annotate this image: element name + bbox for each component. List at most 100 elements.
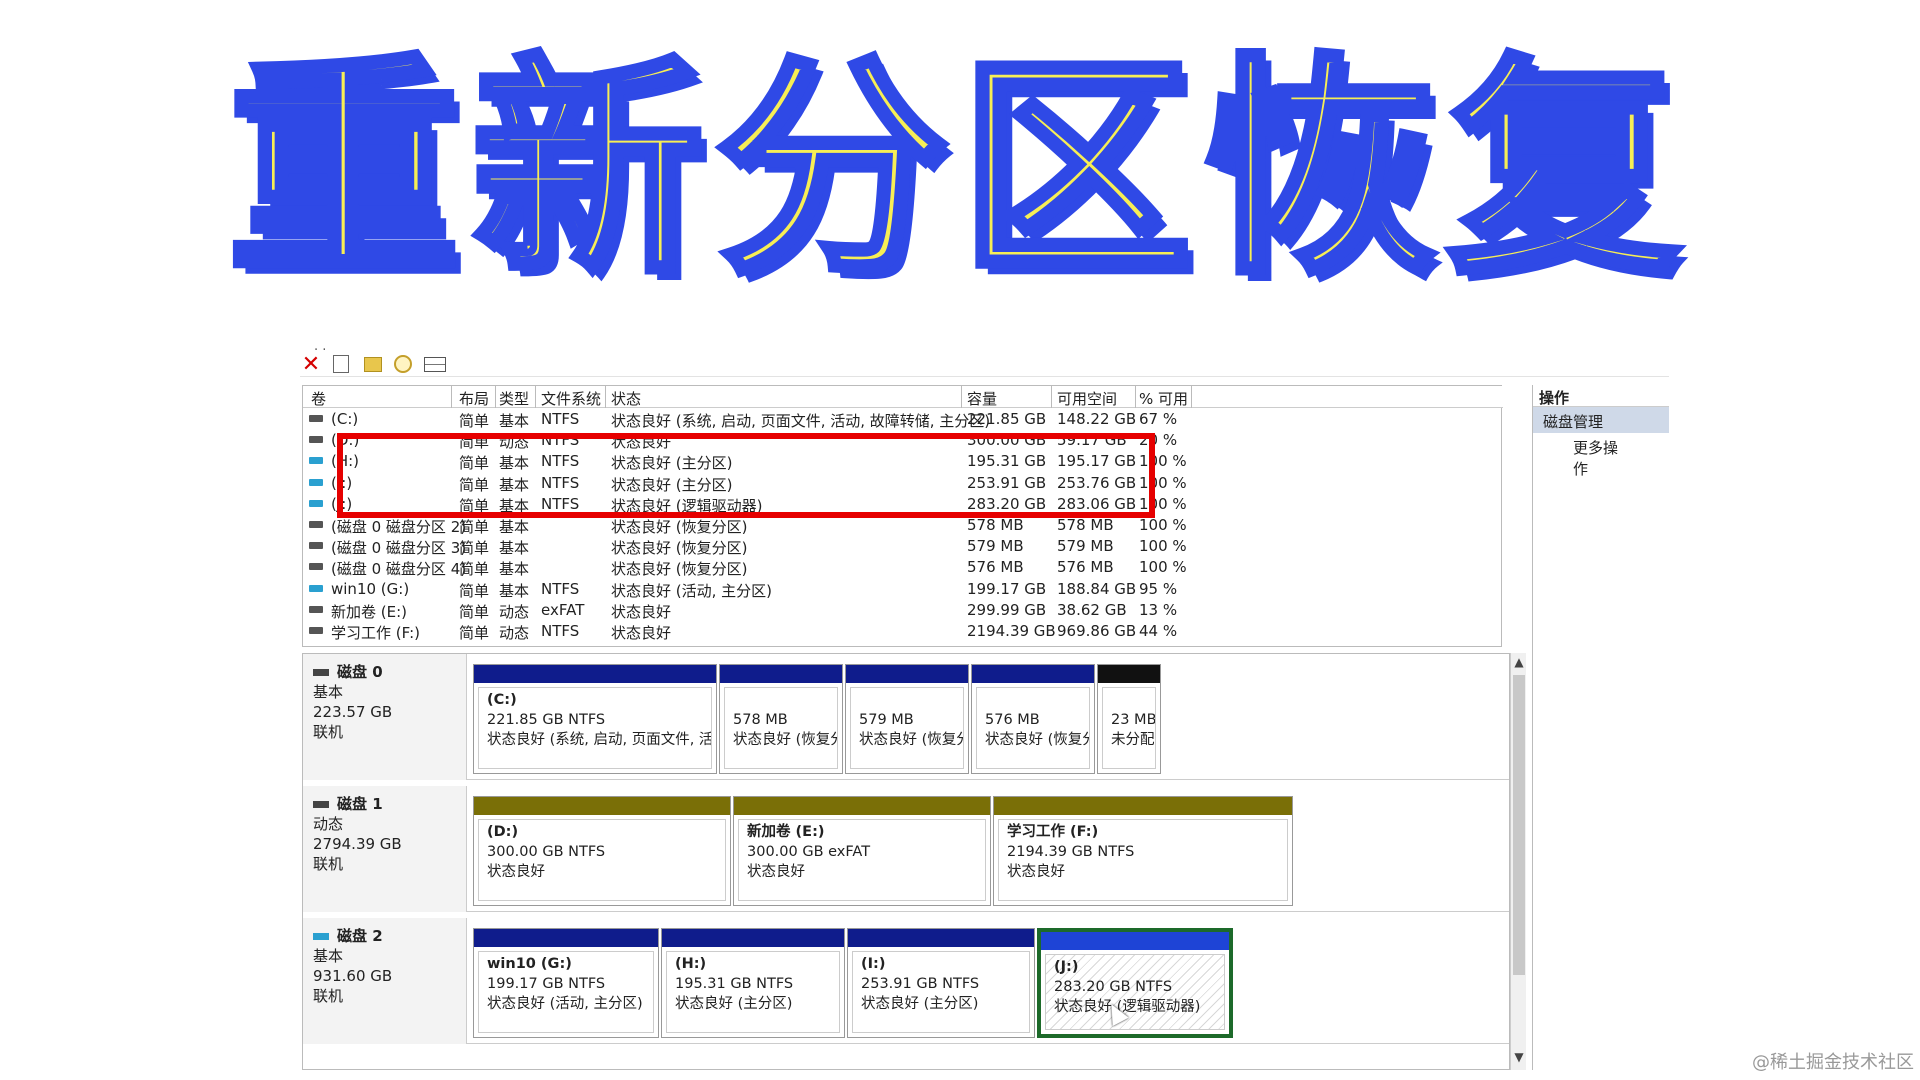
actions-more[interactable]: 更多操作 [1533, 433, 1669, 483]
partition-status: 状态良好 (活动, 主分区) [487, 996, 643, 1012]
partition-name [985, 690, 1081, 710]
partition-block[interactable]: (C:) 221.85 GB NTFS 状态良好 (系统, 启动, 页面文件, 活动 [473, 664, 717, 774]
disk-icon [313, 800, 329, 808]
partition-size: 199.17 GB NTFS [487, 976, 606, 992]
volume-status: 状态良好 (恢复分区) [611, 518, 748, 536]
volume-filesystem: NTFS [541, 579, 580, 598]
disk-size: 223.57 GB [313, 703, 393, 721]
volume-pct: 95 % [1139, 579, 1178, 598]
disk-row: 磁盘 1 动态 2794.39 GB 联机 (D:) 300.00 GB NTFS 状态良好… [303, 786, 1509, 912]
disk-type: 动态 [313, 815, 344, 833]
table-row[interactable]: (磁盘 0 磁盘分区 4) 简单 基本 状态良好 (恢复分区) 576 MB 576 MB… [303, 557, 1503, 578]
properties-icon[interactable] [330, 353, 352, 375]
col-capacity[interactable]: 容量 [967, 388, 997, 409]
volume-icon [309, 457, 323, 465]
highlight-box [337, 433, 1155, 518]
volume-pct: 44 % [1139, 622, 1178, 640]
disk-state: 联机 [313, 723, 344, 741]
table-row[interactable]: 新加卷 (E:) 简单 动态 exFAT 状态良好 299.99 GB 38.62 GB 13… [303, 600, 1503, 621]
col-layout[interactable]: 布局 [459, 388, 489, 409]
volume-name: (磁盘 0 磁盘分区 4) [331, 560, 467, 579]
partition-name: 新加卷 (E:) [747, 824, 825, 840]
table-row[interactable]: 学习工作 (F:) 简单 动态 NTFS 状态良好 2194.39 GB 969.86 GB… [303, 621, 1503, 642]
col-free[interactable]: 可用空间 [1057, 388, 1117, 409]
partition-block[interactable]: 23 MB 未分配 [1097, 664, 1161, 774]
volume-name: win10 (G:) [331, 579, 410, 598]
disk-size: 931.60 GB [313, 967, 393, 985]
disk-row: 磁盘 2 基本 931.60 GB 联机 win10 (G:) 199.17 GB NTF… [303, 918, 1509, 1044]
col-pct[interactable]: % 可用 [1139, 388, 1188, 409]
scroll-thumb[interactable] [1513, 675, 1525, 975]
partition-bar [474, 797, 730, 815]
volume-icon [309, 563, 323, 571]
table-row[interactable]: (磁盘 0 磁盘分区 2) 简单 基本 状态良好 (恢复分区) 578 MB 578 MB… [303, 515, 1503, 536]
table-row[interactable]: (磁盘 0 磁盘分区 3) 简单 基本 状态良好 (恢复分区) 579 MB 579 MB… [303, 536, 1503, 557]
volume-capacity: 576 MB [967, 558, 1024, 577]
partition-block[interactable]: 578 MB 状态良好 (恢复分 [719, 664, 843, 774]
scroll-down-icon[interactable]: ▼ [1511, 1050, 1527, 1068]
partition-status: 状态良好 (恢复分 [985, 732, 1090, 748]
table-row[interactable]: (C:) 简单 基本 NTFS 状态良好 (系统, 启动, 页面文件, 活动, 故障转储… [303, 409, 1503, 430]
volume-layout: 简单 [459, 412, 490, 430]
volume-type: 动态 [499, 624, 530, 642]
search-icon[interactable] [392, 353, 414, 375]
volume-status: 状态良好 [611, 602, 672, 621]
volume-type: 基本 [499, 560, 530, 579]
partition-bar [720, 665, 842, 683]
partition-block[interactable]: (H:) 195.31 GB NTFS 状态良好 (主分区) [661, 928, 845, 1038]
disk-row: 磁盘 0 基本 223.57 GB 联机 (C:) 221.85 GB NTFS 状态良好 … [303, 654, 1509, 780]
col-volume[interactable]: 卷 [311, 388, 326, 409]
partition-block[interactable]: (J:) 283.20 GB NTFS 状态良好 (逻辑驱动器) [1037, 928, 1233, 1038]
folder-up-icon[interactable] [362, 353, 384, 375]
volume-capacity: 578 MB [967, 516, 1024, 534]
partition-bar [734, 797, 990, 815]
partition-size: 195.31 GB NTFS [675, 976, 794, 992]
partition-block[interactable]: 579 MB 状态良好 (恢复分 [845, 664, 969, 774]
disk-label[interactable]: 磁盘 0 基本 223.57 GB 联机 [303, 654, 467, 780]
partition-body: (D:) 300.00 GB NTFS 状态良好 [478, 819, 726, 901]
volume-name: 新加卷 (E:) [331, 602, 408, 621]
partition-block[interactable]: 新加卷 (E:) 300.00 GB exFAT 状态良好 [733, 796, 991, 906]
partition-name [733, 690, 829, 710]
delete-icon[interactable]: ✕ [300, 352, 322, 377]
disk-map-scrollbar[interactable]: ▲ ▼ [1510, 653, 1526, 1070]
col-type[interactable]: 类型 [499, 388, 529, 409]
volume-filesystem: exFAT [541, 600, 585, 619]
volume-capacity: 199.17 GB [967, 579, 1047, 598]
volume-icon [309, 499, 323, 507]
volume-pct: 13 % [1139, 600, 1178, 619]
volume-layout: 简单 [459, 539, 490, 558]
banner: 重新分区恢复 [0, 20, 1920, 320]
partition-block[interactable]: 576 MB 状态良好 (恢复分 [971, 664, 1095, 774]
partition-body: (H:) 195.31 GB NTFS 状态良好 (主分区) [666, 951, 840, 1033]
volume-layout: 简单 [459, 602, 490, 621]
disk-state: 联机 [313, 987, 344, 1005]
partition-name: (I:) [861, 956, 886, 972]
volume-status: 状态良好 (活动, 主分区) [611, 581, 773, 600]
partition-size: 579 MB [859, 712, 914, 728]
volume-free: 188.84 GB [1057, 579, 1137, 598]
partition-status: 状态良好 (系统, 启动, 页面文件, 活动 [487, 732, 712, 748]
scroll-up-icon[interactable]: ▲ [1511, 655, 1527, 673]
partition-size: 578 MB [733, 712, 788, 728]
col-status[interactable]: 状态 [611, 388, 641, 409]
partition-block[interactable]: 学习工作 (F:) 2194.39 GB NTFS 状态良好 [993, 796, 1293, 906]
partition-status: 状态良好 [747, 864, 805, 880]
disk-map: 磁盘 0 基本 223.57 GB 联机 (C:) 221.85 GB NTFS 状态良好 … [302, 653, 1510, 1070]
partition-bar [848, 929, 1034, 947]
view-icon[interactable] [424, 353, 446, 375]
disk-size: 2794.39 GB [313, 835, 402, 853]
partition-bar [662, 929, 844, 947]
actions-disk-management[interactable]: 磁盘管理 [1533, 407, 1669, 433]
partition-size: 23 MB [1111, 712, 1156, 728]
disk-label[interactable]: 磁盘 2 基本 931.60 GB 联机 [303, 918, 467, 1044]
partition-body: (J:) 283.20 GB NTFS 状态良好 (逻辑驱动器) [1045, 954, 1225, 1030]
disk-label[interactable]: 磁盘 1 动态 2794.39 GB 联机 [303, 786, 467, 912]
disk-icon [313, 668, 329, 676]
col-filesystem[interactable]: 文件系统 [541, 388, 601, 409]
partition-bar [846, 665, 968, 683]
partition-block[interactable]: (I:) 253.91 GB NTFS 状态良好 (主分区) [847, 928, 1035, 1038]
partition-block[interactable]: win10 (G:) 199.17 GB NTFS 状态良好 (活动, 主分区) [473, 928, 659, 1038]
table-row[interactable]: win10 (G:) 简单 基本 NTFS 状态良好 (活动, 主分区) 199.17 G… [303, 579, 1503, 600]
partition-block[interactable]: (D:) 300.00 GB NTFS 状态良好 [473, 796, 731, 906]
